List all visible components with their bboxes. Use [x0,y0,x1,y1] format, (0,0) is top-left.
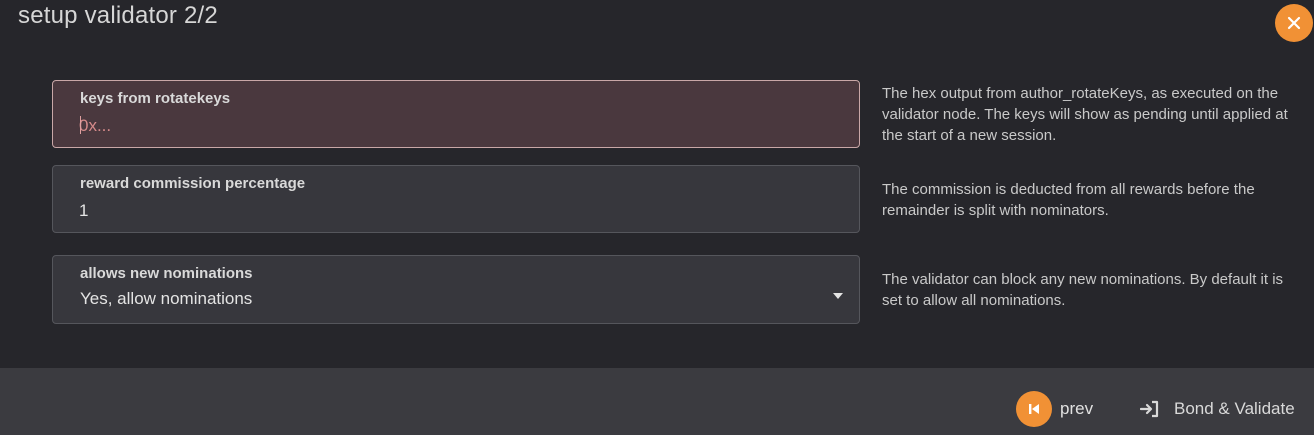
bond-validate-label: Bond & Validate [1174,399,1295,418]
setup-validator-modal: setup validator 2/2 keys from rotatekeys… [0,0,1314,435]
commission-input[interactable] [79,199,819,223]
nominations-selected-value: Yes, allow nominations [80,289,253,308]
prev-button[interactable]: prev [1016,391,1093,427]
commission-help-text: The commission is deducted from all rewa… [882,181,1255,219]
keys-input[interactable] [79,114,819,138]
nominations-help-text: The validator can block any new nominati… [882,271,1284,309]
commission-field[interactable]: reward commission percentage [52,165,860,233]
text-cursor [80,116,81,134]
modal-actions: prev Bond & Validate [0,368,1314,435]
keys-field[interactable]: keys from rotatekeys [52,80,860,148]
dropdown-caret-icon [833,293,843,299]
close-button[interactable] [1275,4,1313,42]
step-backward-icon [1016,391,1052,427]
bond-validate-button[interactable]: Bond & Validate [1140,399,1295,419]
keys-field-label: keys from rotatekeys [80,90,231,107]
prev-label: prev [1060,399,1094,418]
keys-help-text: The hex output from author_rotateKeys, a… [882,85,1288,144]
commission-field-label: reward commission percentage [80,175,306,192]
close-icon [1287,16,1301,30]
modal-title: setup validator 2/2 [18,2,218,29]
nominations-dropdown[interactable]: allows new nominations Yes, allow nomina… [52,255,860,324]
nominations-field-label: allows new nominations [80,265,253,282]
sign-in-icon [1140,400,1159,418]
